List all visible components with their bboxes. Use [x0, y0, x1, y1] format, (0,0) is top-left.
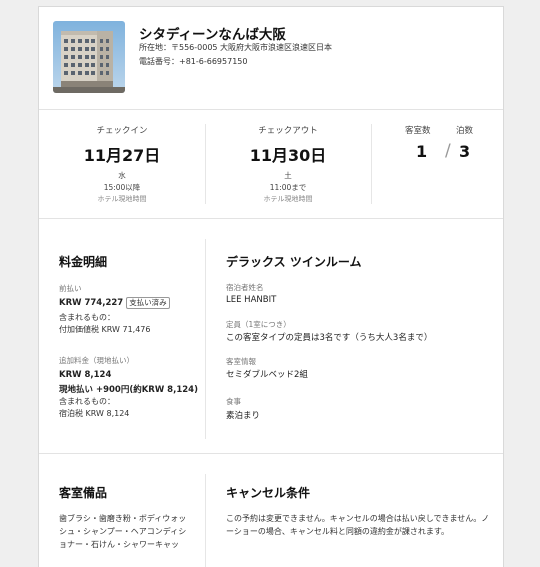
hotel-address: 所在地：〒556-0005 大阪府大阪市浪速区浪速区日本 [139, 43, 333, 52]
prepaid-amount-row: KRW 774,227 支払い済み [59, 297, 170, 309]
amenities-list: 歯ブラシ・歯磨き粉・ボディウォッ シュ・シャンプー・ヘアコンディシ ョナー・石け… [59, 512, 186, 551]
checkout-weekday: 土 [284, 171, 292, 180]
price-title: 料金明細 [59, 255, 108, 269]
meal-plan: 素泊まり [226, 411, 261, 421]
extra-included-label: 含まれるもの： [59, 397, 115, 406]
policies-section: 客室備品 歯ブラシ・歯磨き粉・ボディウォッ シュ・シャンプー・ヘアコンディシ ョ… [39, 454, 503, 567]
capacity-label: 定員（1室につき） [226, 320, 291, 329]
local-payment: 現地払い +900円(約KRW 8,124) [59, 385, 198, 395]
extra-charge-label: 追加料金（現地払い） [59, 356, 134, 365]
prepaid-amount: KRW 774,227 [59, 298, 124, 308]
guest-name: LEE HANBIT [226, 295, 277, 305]
checkin-block: チェックイン 11月27日 水 15:00以降 ホテル現地時間 [39, 110, 205, 218]
checkout-time: 11:00まで [269, 183, 307, 192]
nights-count: 3 [459, 142, 471, 161]
amenities-title: 客室備品 [59, 486, 108, 500]
bed-info: セミダブルベッド2組 [226, 370, 308, 380]
prepaid-tax: 付加価値税 KRW 71,476 [59, 325, 151, 334]
checkout-tz-note: ホテル現地時間 [263, 195, 313, 203]
prepaid-included-label: 含まれるもの： [59, 313, 115, 322]
guest-name-label: 宿泊者姓名 [226, 283, 264, 292]
cancel-policy-line: この予約は変更できません。キャンセルの場合は払い戻しできません。ノ [226, 514, 490, 523]
capacity-text: この客室タイプの定員は3名です（うち大人3名まで） [226, 333, 433, 343]
extra-tax: 宿泊税 KRW 8,124 [59, 409, 130, 418]
rooms-count: 1 [416, 142, 428, 161]
hotel-header: シタディーンなんば大阪 所在地：〒556-0005 大阪府大阪市浪速区浪速区日本… [39, 7, 503, 110]
cancel-policy-title: キャンセル条件 [226, 486, 311, 500]
hotel-photo[interactable] [53, 21, 125, 93]
checkin-time: 15:00以降 [103, 183, 141, 192]
hotel-name[interactable]: シタディーンなんば大阪 [139, 23, 286, 43]
paid-status-badge: 支払い済み [126, 297, 170, 309]
rooms-nights-separator: / [445, 141, 451, 161]
checkin-date: 11月27日 [83, 146, 161, 165]
checkout-date: 11月30日 [249, 146, 327, 165]
prepaid-label: 前払い [59, 284, 82, 293]
rooms-nights-block: 客室数 泊数 1 / 3 [371, 110, 503, 218]
room-type-title: デラックス ツインルーム [226, 255, 362, 269]
booking-card: シタディーンなんば大阪 所在地：〒556-0005 大阪府大阪市浪速区浪速区日本… [38, 6, 504, 567]
room-info-label: 客室情報 [226, 357, 256, 366]
checkin-weekday: 水 [118, 171, 126, 180]
details-section: 料金明細 前払い KRW 774,227 支払い済み 含まれるもの： 付加価値税 … [39, 219, 503, 454]
amenities-line: シュ・シャンプー・ヘアコンディシ [59, 527, 187, 536]
checkout-label: チェックアウト [258, 126, 318, 136]
amenities-line: 歯ブラシ・歯磨き粉・ボディウォッ [59, 514, 187, 523]
checkin-label: チェックイン [96, 126, 148, 136]
rooms-label: 客室数 [405, 126, 431, 136]
extra-charge-amount: KRW 8,124 [59, 370, 112, 380]
checkout-block: チェックアウト 11月30日 土 11:00まで ホテル現地時間 [205, 110, 371, 218]
divider [205, 474, 206, 567]
divider [205, 239, 206, 439]
hotel-building-image [53, 21, 125, 93]
meal-label: 食事 [226, 397, 241, 406]
cancel-policy-line: ーショーの場合、キャンセル料と同額の違約金が課されます。 [226, 527, 450, 536]
stay-dates: チェックイン 11月27日 水 15:00以降 ホテル現地時間 チェックアウト … [39, 110, 503, 219]
hotel-phone[interactable]: 電話番号：+81-6-66957150 [139, 56, 247, 67]
cancel-policy-text: この予約は変更できません。キャンセルの場合は払い戻しできません。ノ ーショーの場… [226, 512, 489, 538]
checkin-tz-note: ホテル現地時間 [97, 195, 147, 203]
nights-label: 泊数 [456, 126, 474, 136]
